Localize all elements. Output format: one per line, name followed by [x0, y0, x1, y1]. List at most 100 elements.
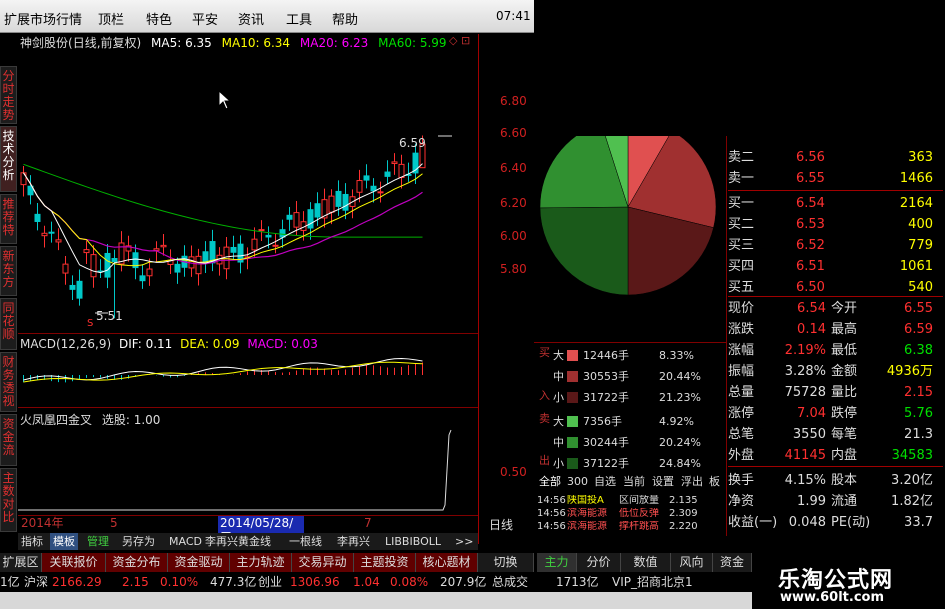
quote-label: 最高 — [831, 322, 858, 337]
total-label: 总成交 — [492, 575, 529, 589]
tab-recommend[interactable]: 推荐特 — [0, 194, 17, 244]
menu-features[interactable]: 特色 — [146, 9, 172, 28]
ticker-row[interactable]: 14:56 陕国投A 区间放量 2.135 — [537, 495, 725, 507]
quote-value: 2.15 — [904, 385, 933, 400]
tab-financial[interactable]: 财务透视 — [0, 352, 17, 412]
ticker-event: 区间放量 — [619, 495, 659, 506]
tab-main-force[interactable]: 主力 — [537, 553, 577, 572]
bid-row[interactable]: 买三 6.52 779 — [728, 235, 943, 256]
flow-row: 中 30553手 20.44% — [537, 366, 725, 387]
tab-one-line[interactable]: 一根线 — [286, 533, 325, 550]
period-label: (日线,前复权) — [68, 36, 142, 50]
ask-row[interactable]: 卖二 6.56 363 — [728, 147, 943, 168]
quote-value: 41145 — [784, 448, 826, 463]
tab-related-quotes[interactable]: 关联报价 — [42, 553, 106, 572]
flow-tab-300[interactable]: 300 — [564, 473, 591, 490]
tab-save-as[interactable]: 另存为 — [119, 533, 158, 550]
tab-tonghuashun[interactable]: 同花顺 — [0, 298, 17, 350]
macd-title: MACD(12,26,9) — [20, 337, 112, 351]
tab-lizaixing[interactable]: 李再兴 — [334, 533, 373, 550]
menu-news[interactable]: 资讯 — [238, 9, 264, 28]
tab-technical[interactable]: 技术分析 — [0, 126, 17, 192]
tab-libbiboll[interactable]: LIBBIBOLL — [382, 533, 444, 550]
tab-fund-flow[interactable]: 资金流 — [0, 414, 17, 466]
tab-manage[interactable]: 管理 — [84, 533, 112, 550]
flow-tab-settings[interactable]: 设置 — [649, 473, 677, 490]
ticker-event: 低位反弹 — [619, 508, 659, 519]
ticker-row[interactable]: 14:56 滨海能源 低位反弹 2.309 — [537, 508, 725, 520]
tab-fund-drive[interactable]: 资金驱动 — [168, 553, 230, 572]
ticker-time: 14:56 — [537, 495, 566, 506]
tab-compare[interactable]: 主数对比 — [0, 468, 17, 532]
flow-size: 中 — [553, 436, 564, 449]
book-label: 卖二 — [728, 150, 755, 165]
tab-new-oriental[interactable]: 新东方 — [0, 246, 17, 296]
ask-row[interactable]: 卖一 6.55 1466 — [728, 168, 943, 189]
dif-label: DIF: 0.11 — [118, 337, 173, 351]
macd-chart[interactable] — [18, 350, 478, 406]
menu-topbar[interactable]: 顶栏 — [98, 9, 124, 28]
cy-index: 1306.96 — [290, 575, 340, 589]
tab-main-track[interactable]: 主力轨迹 — [230, 553, 292, 572]
flow-tab-watchlist[interactable]: 自选 — [591, 473, 619, 490]
flow-tab-float[interactable]: 浮出 — [678, 473, 706, 490]
tab-template[interactable]: 模板 — [50, 533, 78, 550]
flow-percent: 21.23% — [659, 391, 701, 404]
flow-tab-board[interactable]: 板 — [706, 473, 723, 490]
menu-extended-market[interactable]: 扩展市场行情 — [4, 9, 82, 28]
tab-more[interactable]: >> — [452, 533, 476, 550]
bid-row[interactable]: 买一 6.54 2164 — [728, 193, 943, 214]
candle-body — [174, 263, 181, 273]
tab-intraday[interactable]: 分时走势 — [0, 66, 17, 124]
tab-trade-anomaly[interactable]: 交易异动 — [292, 553, 354, 572]
ticker-stock: 滨海能源 — [567, 508, 607, 519]
period-selector[interactable]: 日线 — [489, 516, 513, 533]
tab-core-theme[interactable]: 核心题材 — [416, 553, 478, 572]
candle-body — [41, 232, 48, 237]
flow-volume: 30553手 — [583, 370, 629, 383]
menu-pingan[interactable]: 平安 — [192, 9, 218, 28]
bid-row[interactable]: 买二 6.53 400 — [728, 214, 943, 235]
tab-fund-distribution[interactable]: 资金分布 — [106, 553, 168, 572]
tab-theme-invest[interactable]: 主题投资 — [354, 553, 416, 572]
quote-label: 内盘 — [831, 448, 858, 463]
tab-price-split[interactable]: 分价 — [577, 553, 621, 572]
tab-wind-vane[interactable]: 风向 — [671, 553, 713, 572]
bid-row[interactable]: 买四 6.51 1061 — [728, 256, 943, 277]
candle-body — [55, 239, 62, 243]
quote-separator — [728, 466, 943, 467]
quote-value: 4936万 — [886, 364, 933, 379]
tab-fund[interactable]: 资金 — [713, 553, 752, 572]
date-year: 2014年 — [21, 516, 64, 530]
tab-macd[interactable]: MACD — [166, 533, 205, 550]
bid-row[interactable]: 买五 6.50 540 — [728, 277, 943, 298]
menu-help[interactable]: 帮助 — [332, 9, 358, 28]
quote-row: 总量 75728 量比 2.15 — [728, 382, 943, 403]
chart-options-icon[interactable]: ◇ ⊡ — [449, 34, 470, 47]
price-tick: 6.00 — [500, 229, 527, 243]
taskbar — [0, 592, 752, 609]
tab-indicator[interactable]: 指标 — [18, 533, 46, 550]
tab-extended-area[interactable]: 扩展区 — [0, 553, 42, 572]
quote-label: 涨幅 — [728, 343, 755, 358]
cy-percent: 0.08% — [390, 575, 429, 589]
ticker-stock: 滨海能源 — [567, 521, 607, 532]
ticker-row[interactable]: 14:56 滨海能源 撑杆跳高 2.220 — [537, 521, 725, 533]
indicator-chart[interactable] — [18, 425, 478, 515]
flow-tab-current[interactable]: 当前 — [620, 473, 648, 490]
book-volume: 400 — [908, 217, 933, 232]
candle-body — [314, 203, 321, 218]
flow-tab-all[interactable]: 全部 — [536, 473, 564, 490]
ma5-label: MA5: 6.35 — [151, 36, 212, 50]
watermark-url: www.60lt.com — [780, 590, 885, 605]
flow-swatch — [567, 416, 578, 427]
candlestick-chart[interactable] — [18, 50, 478, 335]
tab-numeric[interactable]: 数值 — [621, 553, 671, 572]
indicator-axis-tick: 0.50 — [500, 465, 527, 479]
book-label: 买三 — [728, 238, 755, 253]
tab-switch[interactable]: 切换 — [478, 553, 534, 572]
candle-body — [111, 258, 118, 263]
quote-label: 现价 — [728, 301, 755, 316]
menu-tools[interactable]: 工具 — [286, 9, 312, 28]
tab-gold-line[interactable]: 李再兴黄金线 — [202, 533, 274, 550]
